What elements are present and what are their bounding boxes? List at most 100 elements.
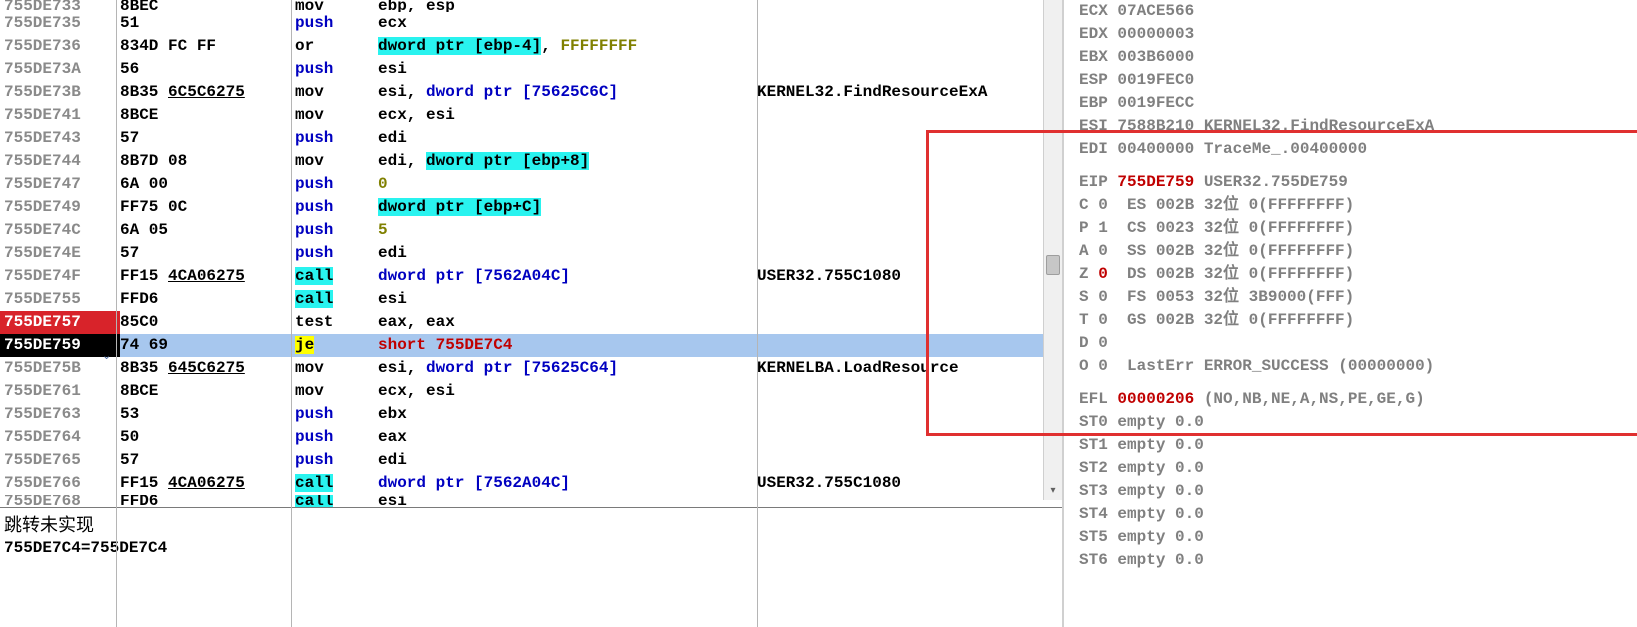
disasm-row[interactable]: 755DE7418BCEmovecx, esi [0, 104, 1062, 127]
disasm-row[interactable]: 755DE74FFF15 4CA06275calldword ptr [7562… [0, 265, 1062, 288]
operands-cell: esi, dword ptr [75625C64] [378, 357, 757, 380]
register-line[interactable]: EBP 0019FECC [1079, 92, 1637, 115]
eip-register[interactable]: EIP 755DE759 USER32.755DE759 [1079, 171, 1637, 194]
fpu-register-line[interactable]: ST5 empty 0.0 [1079, 526, 1637, 549]
disasm-row[interactable]: 755DE76353pushebx [0, 403, 1062, 426]
disasm-row[interactable]: 755DE74E57pushedi [0, 242, 1062, 265]
bytes-cell: 51 [120, 12, 295, 35]
mnemonic-cell: je [295, 334, 378, 357]
address-cell[interactable]: 755DE757 [0, 311, 120, 334]
address-cell[interactable]: 755DE74F [0, 265, 120, 288]
address-cell[interactable]: 755DE766 [0, 472, 120, 495]
disasm-row[interactable]: 755DE7476A 00push0 [0, 173, 1062, 196]
operands-cell: ebx [378, 403, 757, 426]
address-cell[interactable]: 755DE73A [0, 58, 120, 81]
disasm-row[interactable]: 755DE75B8B35 645C6275movesi, dword ptr [… [0, 357, 1062, 380]
register-line[interactable]: ESP 0019FEC0 [1079, 69, 1637, 92]
flag-line[interactable]: T 0 GS 002B 32位 0(FFFFFFFF) [1079, 309, 1637, 332]
address-cell[interactable]: 755DE755 [0, 288, 120, 311]
address-cell[interactable]: 755DE768 [0, 495, 120, 507]
disasm-row[interactable]: 755DE74357pushedi [0, 127, 1062, 150]
register-line[interactable]: ESI 7588B210 KERNEL32.FindResourceExA [1079, 115, 1637, 138]
fpu-register-line[interactable]: ST6 empty 0.0 [1079, 549, 1637, 572]
disasm-row[interactable]: 755DE73A56pushesi [0, 58, 1062, 81]
address-cell[interactable]: 755DE765 [0, 449, 120, 472]
address-cell[interactable]: 755DE763 [0, 403, 120, 426]
bytes-cell: 53 [120, 403, 295, 426]
bytes-cell: 8BCE [120, 104, 295, 127]
scrollbar-thumb[interactable] [1046, 255, 1060, 275]
mnemonic-cell: test [295, 311, 378, 334]
flag-line[interactable]: O 0 LastErr ERROR_SUCCESS (00000000) [1079, 355, 1637, 378]
address-cell[interactable]: 755DE73B [0, 81, 120, 104]
address-cell[interactable]: 755DE749 [0, 196, 120, 219]
fpu-register-line[interactable]: ST1 empty 0.0 [1079, 434, 1637, 457]
mnemonic-cell: mov [295, 357, 378, 380]
address-cell[interactable]: 755DE743 [0, 127, 120, 150]
register-line[interactable]: EBX 003B6000 [1079, 46, 1637, 69]
address-cell[interactable]: 755DE74E [0, 242, 120, 265]
mnemonic-cell: push [295, 173, 378, 196]
fpu-register-line[interactable]: ST0 empty 0.0 [1079, 411, 1637, 434]
bytes-cell: 8B35 6C5C6275 [120, 81, 295, 104]
address-cell[interactable]: 755DE733 [0, 0, 120, 12]
mnemonic-cell: push [295, 242, 378, 265]
operands-cell: ecx, esi [378, 380, 757, 403]
flag-line[interactable]: C 0 ES 002B 32位 0(FFFFFFFF) [1079, 194, 1637, 217]
efl-register[interactable]: EFL 00000206 (NO,NB,NE,A,NS,PE,GE,G) [1079, 388, 1637, 411]
address-cell[interactable]: 755DE744 [0, 150, 120, 173]
fpu-register-line[interactable]: ST2 empty 0.0 [1079, 457, 1637, 480]
address-cell[interactable]: 755DE741 [0, 104, 120, 127]
flag-line[interactable]: S 0 FS 0053 32位 3B9000(FFF) [1079, 286, 1637, 309]
register-line[interactable]: EDX 00000003 [1079, 23, 1637, 46]
disasm-scrollbar[interactable]: ▾ [1043, 0, 1062, 500]
disasm-row[interactable]: 755DE7618BCEmovecx, esi [0, 380, 1062, 403]
mnemonic-cell: push [295, 58, 378, 81]
disasm-row[interactable]: 755DE7338BECmovebp, esp [0, 0, 1062, 12]
disasm-row[interactable]: 755DE755FFD6callesi [0, 288, 1062, 311]
bytes-cell: FF15 4CA06275 [120, 472, 295, 495]
disasm-row[interactable]: 755DE736834D FC FFordword ptr [ebp-4], F… [0, 35, 1062, 58]
address-cell[interactable]: 755DE764 [0, 426, 120, 449]
comment-cell: USER32.755C1080 [757, 472, 1062, 495]
flag-line[interactable]: A 0 SS 002B 32位 0(FFFFFFFF) [1079, 240, 1637, 263]
bytes-cell: 57 [120, 449, 295, 472]
disasm-row[interactable]: 755DE74C6A 05push5 [0, 219, 1062, 242]
register-line[interactable]: ECX 07ACE566 [1079, 0, 1637, 23]
scroll-down-icon[interactable]: ▾ [1046, 484, 1060, 498]
disasm-row[interactable]: 755DE768FFD6callesi [0, 495, 1062, 507]
mnemonic-cell: call [295, 472, 378, 495]
disasm-row[interactable]: 755DE75785C0testeax, eax [0, 311, 1062, 334]
flag-line[interactable]: Z 0 DS 002B 32位 0(FFFFFFFF) [1079, 263, 1637, 286]
flag-line[interactable]: P 1 CS 0023 32位 0(FFFFFFFF) [1079, 217, 1637, 240]
disasm-row[interactable]: 755DE7448B7D 08movedi, dword ptr [ebp+8] [0, 150, 1062, 173]
address-cell[interactable]: 755DE735 [0, 12, 120, 35]
disasm-list[interactable]: 755DE7338BECmovebp, esp755DE73551pushecx… [0, 0, 1062, 507]
disasm-row[interactable]: 755DE766FF15 4CA06275calldword ptr [7562… [0, 472, 1062, 495]
bytes-cell: 57 [120, 127, 295, 150]
disasm-row[interactable]: 755DE749FF75 0Cpushdword ptr [ebp+C] [0, 196, 1062, 219]
mnemonic-cell: push [295, 196, 378, 219]
flag-line[interactable]: D 0 [1079, 332, 1637, 355]
disasm-panel[interactable]: ⌄ 755DE7338BECmovebp, esp755DE73551pushe… [0, 0, 1062, 627]
disasm-row[interactable]: 755DE75974 69jeshort 755DE7C4 [0, 334, 1062, 357]
fpu-register-line[interactable]: ST3 empty 0.0 [1079, 480, 1637, 503]
address-cell[interactable]: 755DE747 [0, 173, 120, 196]
register-line[interactable]: EDI 00400000 TraceMe_.00400000 [1079, 138, 1637, 161]
registers-panel[interactable]: ECX 07ACE566EDX 00000003EBX 003B6000ESP … [1062, 0, 1637, 627]
disasm-row[interactable]: 755DE76450pusheax [0, 426, 1062, 449]
disasm-row[interactable]: 755DE73551pushecx [0, 12, 1062, 35]
address-cell[interactable]: 755DE74C [0, 219, 120, 242]
bytes-cell: 57 [120, 242, 295, 265]
mnemonic-cell: mov [295, 81, 378, 104]
address-cell[interactable]: 755DE761 [0, 380, 120, 403]
mnemonic-cell: call [295, 265, 378, 288]
address-cell[interactable]: 755DE736 [0, 35, 120, 58]
jump-status-text: 跳转未实现 [4, 514, 1058, 537]
disasm-row[interactable]: 755DE73B8B35 6C5C6275movesi, dword ptr [… [0, 81, 1062, 104]
column-divider [757, 0, 758, 627]
fpu-register-line[interactable]: ST4 empty 0.0 [1079, 503, 1637, 526]
operands-cell: edi [378, 449, 757, 472]
operands-cell: eax, eax [378, 311, 757, 334]
disasm-row[interactable]: 755DE76557pushedi [0, 449, 1062, 472]
